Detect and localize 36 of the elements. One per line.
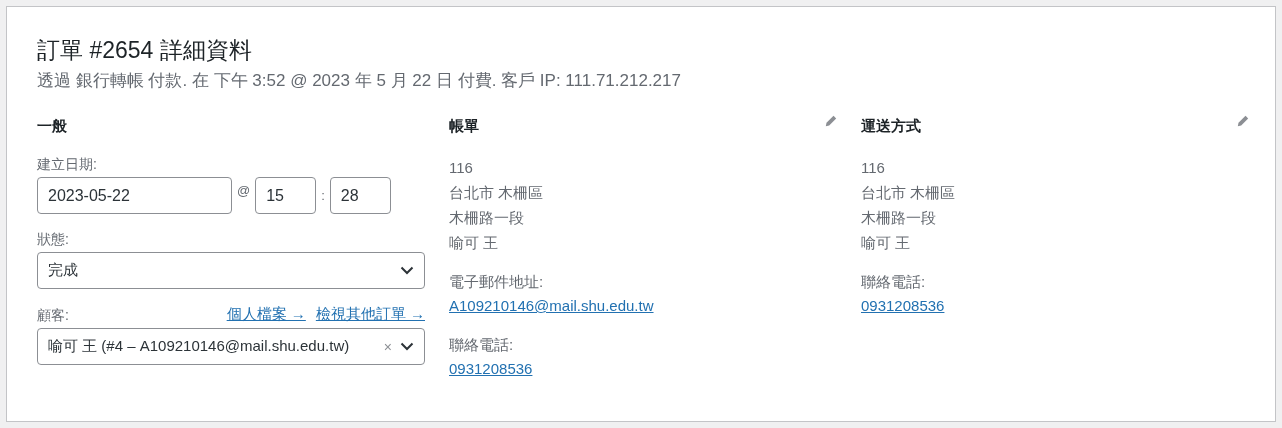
chevron-down-icon xyxy=(400,342,414,351)
minute-field[interactable]: 28 xyxy=(329,177,391,214)
address-line: 116 xyxy=(861,158,886,178)
hour-field[interactable]: 15 xyxy=(255,177,317,214)
contact-link[interactable]: 0931208536 xyxy=(861,297,945,314)
contact-label: 電子郵件地址: xyxy=(449,272,545,292)
contact-label: 聯絡電話: xyxy=(861,272,927,292)
address-line: 116 xyxy=(449,158,474,178)
status-dropdown[interactable]: 完成 xyxy=(37,252,425,289)
customer-link[interactable]: 個人檔案 → xyxy=(226,305,306,324)
section-heading: 帳單 xyxy=(449,116,479,136)
pencil-icon[interactable] xyxy=(1237,115,1249,127)
address-line: 喻可 王 xyxy=(861,233,912,253)
time-separator: : xyxy=(321,188,325,203)
at-sign: @ xyxy=(237,183,251,198)
contact-label: 聯絡電話: xyxy=(449,335,515,355)
date-field[interactable]: 2023-05-22 xyxy=(37,177,232,214)
pencil-icon[interactable] xyxy=(825,115,837,127)
section-heading: 一般 xyxy=(37,116,68,136)
customer-link[interactable]: 檢視其他訂單 → xyxy=(315,305,425,324)
contact-link[interactable]: A109210146@mail.shu.edu.tw xyxy=(449,297,654,314)
chevron-down-icon xyxy=(400,266,414,275)
field-label: 建立日期: xyxy=(37,155,98,173)
address-line: 木柵路一段 xyxy=(449,208,525,228)
address-line: 喻可 王 xyxy=(449,233,500,253)
customer-dropdown[interactable]: 喻可 王 (#4 – A109210146@mail.shu.edu.tw) × xyxy=(37,328,425,365)
order-title: 訂單 #2654 詳細資料 xyxy=(37,36,253,65)
contact-link[interactable]: 0931208536 xyxy=(449,360,533,377)
address-line: 台北市 木柵區 xyxy=(861,183,957,203)
clear-button[interactable]: × xyxy=(383,338,392,355)
field-label: 狀態: xyxy=(37,230,70,248)
address-line: 木柵路一段 xyxy=(861,208,937,228)
address-line: 台北市 木柵區 xyxy=(449,183,545,203)
section-heading: 運送方式 xyxy=(861,116,921,136)
payment-summary: 透過 銀行轉帳 付款. 在 下午 3:52 @ 2023 年 5 月 22 日 付費. 客戶 IP: 111.71.212.217 xyxy=(37,70,682,92)
field-label: 顧客: xyxy=(37,305,69,324)
